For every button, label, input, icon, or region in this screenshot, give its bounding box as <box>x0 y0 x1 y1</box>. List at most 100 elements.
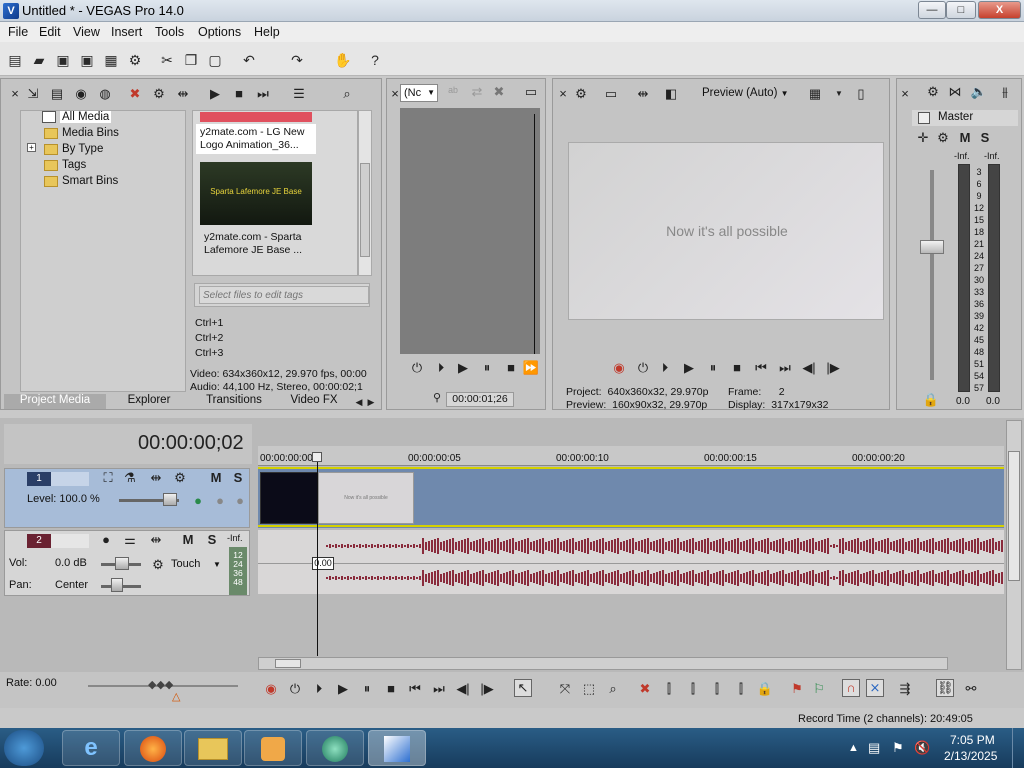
media-icon[interactable]: ▭ <box>522 84 540 102</box>
chevron-down-icon[interactable]: ▼ <box>830 86 848 104</box>
stop-icon[interactable]: ■ <box>382 681 400 699</box>
hand-icon[interactable]: ✋ <box>334 51 352 69</box>
snapping-icon[interactable]: ∩ <box>842 679 860 697</box>
preview-quality-dropdown[interactable]: Preview (Auto) ▼ <box>702 87 789 99</box>
close-icon[interactable]: × <box>554 86 572 104</box>
menu-file[interactable]: File <box>8 25 28 39</box>
make-compositing-child-icon[interactable]: ● <box>211 493 229 511</box>
render-icon[interactable]: ▦ <box>102 51 120 69</box>
stop-icon[interactable]: ■ <box>502 360 520 378</box>
close-button[interactable]: X <box>978 1 1021 19</box>
play-icon[interactable]: ▶ <box>206 86 224 104</box>
views-icon[interactable]: ☰ <box>290 86 308 104</box>
close-icon[interactable]: × <box>6 86 24 104</box>
copy-snapshot-icon[interactable]: ▯ <box>852 86 870 104</box>
tree-media-bins[interactable]: Media Bins <box>44 127 119 139</box>
gear-icon[interactable]: ⚙ <box>126 51 144 69</box>
copy-icon[interactable]: ❐ <box>182 51 200 69</box>
maximize-button[interactable]: □ <box>946 1 976 19</box>
solo-button[interactable]: S <box>203 532 221 550</box>
wrap-icon[interactable]: ⇄ <box>468 84 486 102</box>
mixer-icon[interactable]: ⫵ <box>996 84 1014 102</box>
media-thumbnail[interactable]: Sparta Lafemore JE Base <box>200 162 312 225</box>
menu-tools[interactable]: Tools <box>155 25 184 39</box>
split-icon[interactable]: ⇹ <box>147 470 165 488</box>
open-icon[interactable]: ▰ <box>30 51 48 69</box>
ignore-grouping-icon[interactable]: ⚯ <box>962 681 980 699</box>
split-icon[interactable]: ⫿ <box>732 681 750 699</box>
explorer-icon[interactable] <box>184 730 242 766</box>
shortcut-label[interactable]: Ctrl+1 <box>195 316 223 331</box>
ripple-icon[interactable]: ⇶ <box>896 681 914 699</box>
lock-icon[interactable]: 🔒 <box>756 681 774 699</box>
prev-frame-icon[interactable]: ◀| <box>454 681 472 699</box>
save-icon[interactable]: ▣ <box>54 51 72 69</box>
media-file-name[interactable]: y2mate.com - Sparta Lafemore JE Base ... <box>204 231 318 257</box>
rate-slider-handle[interactable]: ◆◆◆ <box>148 678 173 691</box>
go-to-end-icon[interactable]: ⏭ <box>776 360 794 378</box>
fast-forward-icon[interactable]: ⏩ <box>522 360 540 378</box>
shortcut-label[interactable]: Ctrl+2 <box>195 331 223 346</box>
menu-insert[interactable]: Insert <box>111 25 142 39</box>
auto-preview-icon[interactable]: ⏭ <box>254 86 272 104</box>
split-icon[interactable]: ⇹ <box>634 86 652 104</box>
track-motion-icon[interactable]: ⛶ <box>99 470 117 488</box>
master-fader-handle[interactable] <box>920 240 944 254</box>
fx-icon[interactable]: ⚗ <box>121 470 139 488</box>
video-clip-thumb[interactable] <box>260 472 318 524</box>
vol-slider-handle[interactable] <box>115 557 129 570</box>
clock-date[interactable]: 2/13/2025 <box>944 749 997 763</box>
search-icon[interactable]: ⌕ <box>338 86 356 104</box>
timeline-vscroll[interactable] <box>1006 420 1022 670</box>
preview-frame[interactable]: Now it's all possible <box>568 142 884 320</box>
start-button[interactable] <box>4 730 44 766</box>
go-to-start-icon[interactable]: ⏮ <box>406 681 424 699</box>
menu-view[interactable]: View <box>73 25 100 39</box>
loop-icon[interactable]: ⏻ <box>286 681 304 699</box>
help-icon[interactable]: ? <box>366 51 384 69</box>
firefox-icon[interactable] <box>124 730 182 766</box>
disc-icon[interactable]: ◉ <box>72 86 90 104</box>
go-to-start-icon[interactable]: ⏮ <box>752 360 770 378</box>
minimize-button[interactable]: — <box>918 1 946 19</box>
import-icon[interactable]: ⇲ <box>24 86 42 104</box>
play-from-start-icon[interactable]: ⏵ <box>310 681 328 699</box>
normal-edit-tool-icon[interactable]: ↖ <box>514 679 532 697</box>
video-track-header[interactable]: 1 ⛶ ⚗ ⇹ ⚙ M S Level: 100.0 % ● ● ● <box>4 468 250 528</box>
solo-button[interactable]: S <box>229 470 247 488</box>
gear-icon[interactable]: ⚙ <box>171 470 189 488</box>
playhead-cursor[interactable] <box>317 452 318 656</box>
cut-icon[interactable]: ✂ <box>158 51 176 69</box>
globe-icon[interactable]: ◍ <box>96 86 114 104</box>
tab-video-fx[interactable]: Video FX <box>286 394 342 409</box>
tree-tags[interactable]: Tags <box>44 159 86 171</box>
composite-icon[interactable]: ● <box>189 493 207 511</box>
remove-icon[interactable]: ✖ <box>490 84 508 102</box>
scroll-thumb[interactable] <box>1008 451 1020 581</box>
scroll-thumb[interactable] <box>360 163 370 257</box>
tree-by-type[interactable]: By Type <box>44 143 103 155</box>
chevron-down-icon[interactable]: ▼ <box>213 560 221 569</box>
external-monitor-icon[interactable]: ▭ <box>602 86 620 104</box>
scroll-thumb[interactable] <box>275 659 301 668</box>
delete-icon[interactable]: ✖ <box>636 681 654 699</box>
tab-right-arrow-icon[interactable]: ▶ <box>362 394 380 412</box>
play-from-start-icon[interactable]: ⏵ <box>656 360 674 378</box>
play-icon[interactable]: ▶ <box>334 681 352 699</box>
audio-track-header[interactable]: 2 ● ⚌ ⇹ M S -Inf. Vol: 0.0 dB ⚙ Touch ▼ … <box>4 530 250 596</box>
expand-icon[interactable]: + <box>27 143 36 152</box>
lock-icon[interactable]: 🔒 <box>922 392 940 410</box>
spell-icon[interactable]: ᵃᵇ <box>444 84 462 102</box>
speaker-icon[interactable]: 🔈 <box>970 84 988 102</box>
new-icon[interactable]: ▤ <box>6 51 24 69</box>
tray-arrow-icon[interactable]: ▲ <box>848 742 859 754</box>
vegas-task-icon[interactable] <box>368 730 426 766</box>
stop-icon[interactable]: ■ <box>728 360 746 378</box>
level-slider-handle[interactable] <box>163 493 177 506</box>
track-name-field[interactable] <box>51 534 89 548</box>
media-scrollbar[interactable] <box>358 110 372 276</box>
fx-icon[interactable]: ⚌ <box>121 532 139 550</box>
stop-icon[interactable]: ■ <box>230 86 248 104</box>
app-icon[interactable] <box>306 730 364 766</box>
pan-slider-handle[interactable] <box>111 578 123 592</box>
